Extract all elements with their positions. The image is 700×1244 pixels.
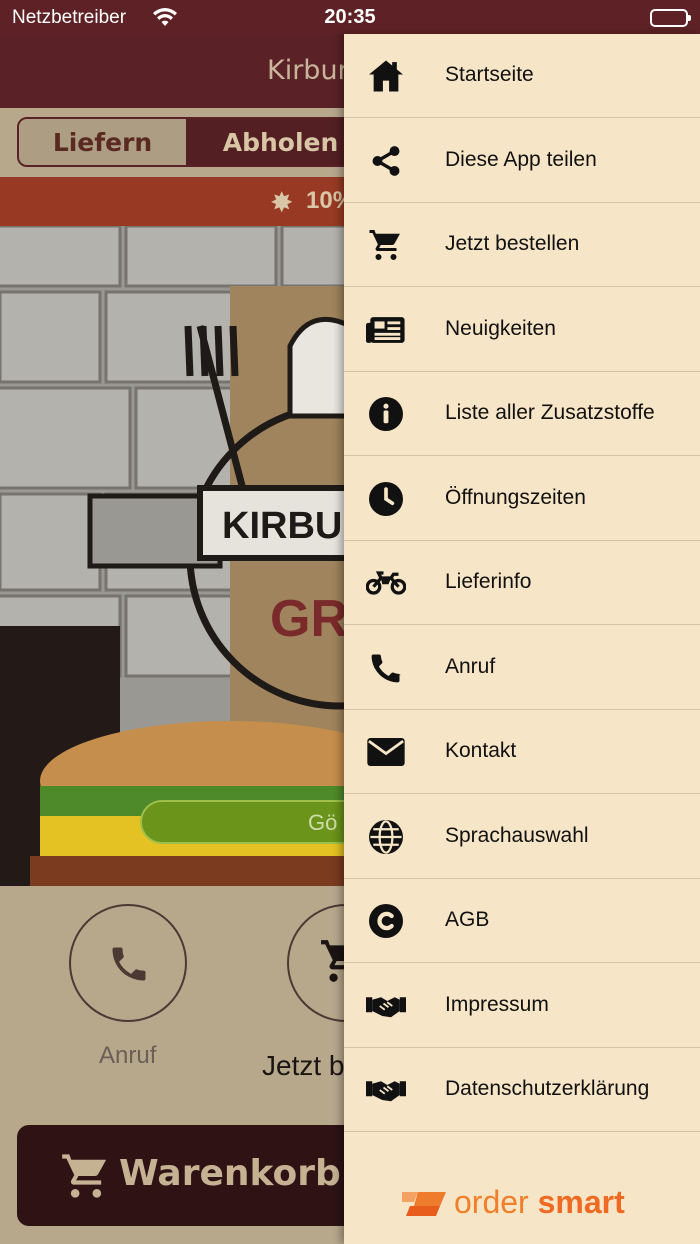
menu-item-sprachauswahl[interactable]: Sprachauswahl xyxy=(344,795,700,879)
newspaper-icon xyxy=(366,310,406,350)
menu-item-label: Datenschutzerklärung xyxy=(445,1077,650,1100)
handshake-icon xyxy=(366,986,406,1026)
phone-icon xyxy=(366,648,406,688)
call-label: Anruf xyxy=(99,1042,157,1069)
menu-item-lieferinfo[interactable]: Lieferinfo xyxy=(344,541,700,625)
brand-logo: order smart xyxy=(400,1184,625,1221)
delivery-toggle: Liefern Abholen xyxy=(17,117,377,167)
home-icon xyxy=(366,56,406,96)
tab-liefern[interactable]: Liefern xyxy=(19,119,187,165)
battery-icon xyxy=(650,9,691,27)
order-label: Jetzt b xyxy=(262,1050,345,1081)
menu-item-agb[interactable]: AGB xyxy=(344,879,700,963)
share-icon xyxy=(366,141,406,181)
envelope-icon xyxy=(366,732,406,772)
menu-item-label: Neuigkeiten xyxy=(445,316,556,340)
menu-item-oeffnungszeiten[interactable]: Öffnungszeiten xyxy=(344,457,700,541)
logo-subtext: GR xyxy=(270,590,348,648)
menu-item-label: Lieferinfo xyxy=(445,570,532,593)
menu-item-label: Öffnungszeiten xyxy=(445,485,586,509)
cart-icon xyxy=(59,1150,113,1207)
menu-item-label: Startseite xyxy=(445,63,534,86)
menu-item-label: Liste aller Zusatzstoffe xyxy=(445,401,655,424)
menu-item-app-teilen[interactable]: Diese App teilen xyxy=(344,119,700,203)
brand-name: order smart xyxy=(454,1184,625,1221)
badge-icon: ✸ xyxy=(270,187,294,218)
logo-text: KIRBU xyxy=(222,505,342,547)
menu-item-neuigkeiten[interactable]: Neuigkeiten xyxy=(344,288,700,372)
cart-icon xyxy=(366,225,406,265)
globe-icon xyxy=(366,817,406,857)
menu-item-datenschutz[interactable]: Datenschutzerklärung xyxy=(344,1048,700,1132)
clock-icon xyxy=(366,479,406,519)
menu-item-startseite[interactable]: Startseite xyxy=(344,34,700,118)
brand-name-part1: order xyxy=(454,1184,529,1220)
info-icon xyxy=(366,394,406,434)
menu-item-impressum[interactable]: Impressum xyxy=(344,964,700,1048)
menu-item-label: Impressum xyxy=(445,992,549,1016)
menu-item-anruf[interactable]: Anruf xyxy=(344,626,700,710)
menu-item-zusatzstoffe[interactable]: Liste aller Zusatzstoffe xyxy=(344,372,700,456)
navigation-drawer: Startseite Diese App teilen Jetzt bestel… xyxy=(344,34,700,1244)
order-smart-logo-icon xyxy=(402,1191,446,1216)
brand-name-part2: smart xyxy=(537,1184,625,1220)
menu-item-kontakt[interactable]: Kontakt xyxy=(344,710,700,794)
call-action-button[interactable] xyxy=(69,904,187,1022)
phone-icon xyxy=(112,947,146,981)
handshake-icon xyxy=(366,1070,406,1110)
menu-item-label: AGB xyxy=(445,908,490,931)
status-bar: Netzbetreiber 20:35 xyxy=(0,0,700,34)
menu-item-label: Anruf xyxy=(445,654,496,678)
menu-item-bestellen[interactable]: Jetzt bestellen xyxy=(344,203,700,287)
menu-item-label: Diese App teilen xyxy=(445,147,597,171)
menu-item-label: Sprachauswahl xyxy=(445,823,589,847)
menu-item-label: Jetzt bestellen xyxy=(445,232,580,255)
motorcycle-icon xyxy=(366,563,406,603)
cart-button-label: Warenkorb xyxy=(119,1153,341,1194)
copyright-icon xyxy=(366,901,406,941)
menu-item-label: Kontakt xyxy=(445,739,517,762)
clock-time: 20:35 xyxy=(324,6,376,28)
